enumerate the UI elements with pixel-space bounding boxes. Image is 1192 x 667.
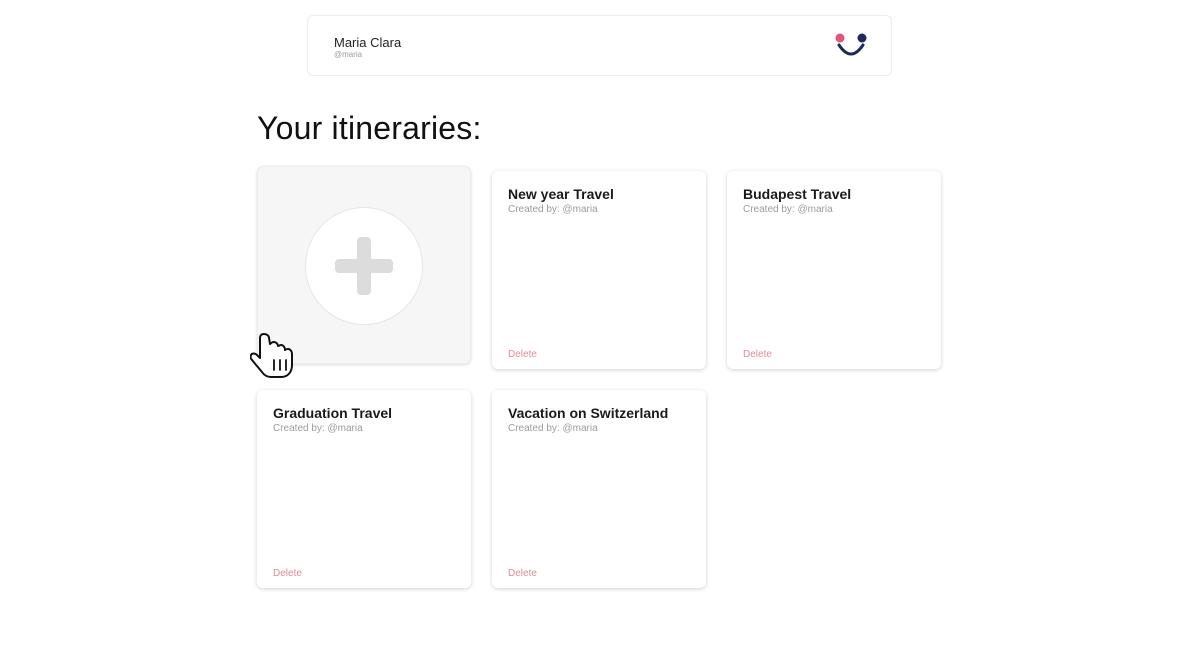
plus-icon [335, 237, 393, 295]
itinerary-card[interactable]: Budapest Travel Created by: @maria Delet… [727, 171, 941, 369]
itinerary-card[interactable]: Graduation Travel Created by: @maria Del… [257, 390, 471, 588]
delete-button[interactable]: Delete [743, 349, 772, 360]
profile-handle: @maria [334, 50, 363, 59]
itinerary-title: New year Travel [508, 186, 614, 202]
delete-button[interactable]: Delete [273, 568, 302, 579]
page-title: Your itineraries: [257, 110, 482, 146]
delete-button[interactable]: Delete [508, 568, 537, 579]
hand-pointer-cursor-icon [250, 333, 293, 378]
app-logo-icon [835, 33, 867, 56]
itinerary-creator: Created by: @maria [508, 204, 598, 215]
itinerary-title: Budapest Travel [743, 186, 852, 202]
itinerary-title: Graduation Travel [273, 405, 393, 421]
add-itinerary-button[interactable] [305, 207, 423, 325]
page: Maria Clara @maria Your itineraries: New… [0, 0, 1192, 667]
itinerary-card[interactable]: Vacation on Switzerland Created by: @mar… [492, 390, 706, 588]
delete-button[interactable]: Delete [508, 349, 537, 360]
profile-name: Maria Clara [334, 35, 402, 50]
itinerary-creator: Created by: @maria [743, 204, 833, 215]
itinerary-title: Vacation on Switzerland [508, 405, 669, 421]
itinerary-creator: Created by: @maria [273, 423, 363, 434]
itinerary-card[interactable]: New year Travel Created by: @maria Delet… [492, 171, 706, 369]
profile-header: Maria Clara @maria [307, 15, 892, 76]
itinerary-creator: Created by: @maria [508, 423, 598, 434]
